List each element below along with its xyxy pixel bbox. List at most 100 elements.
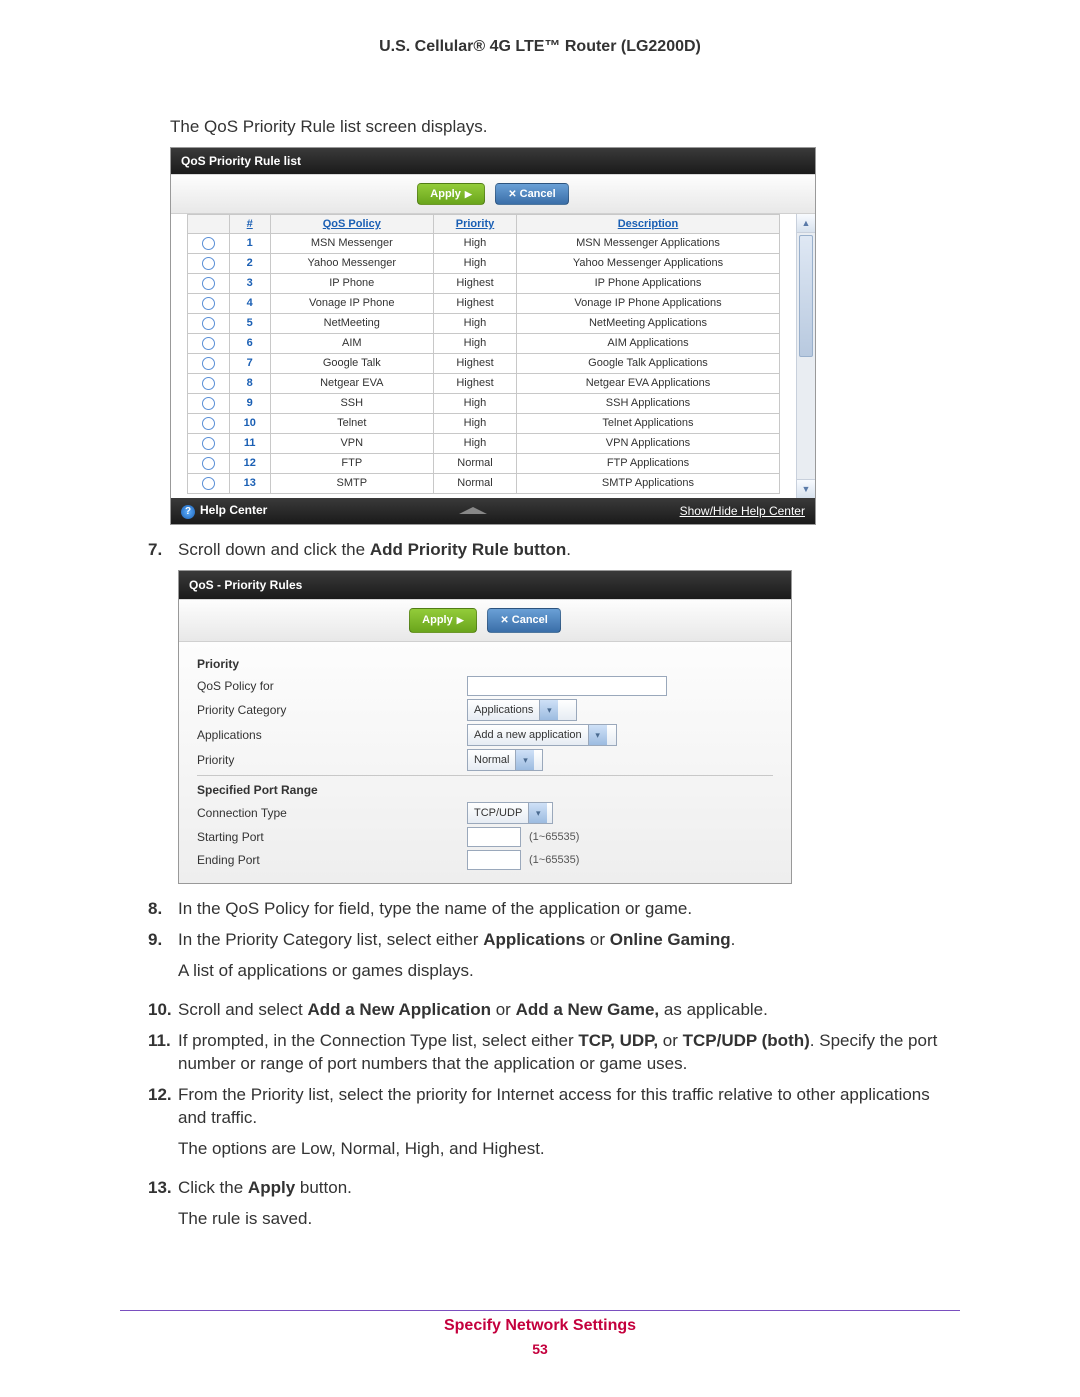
- step-12-number: 12.: [148, 1084, 178, 1169]
- cancel-x-icon: ✕: [508, 189, 516, 200]
- panel-title: QoS - Priority Rules: [179, 571, 791, 599]
- row-policy: IP Phone: [270, 273, 433, 293]
- port-range-heading: Specified Port Range: [197, 782, 773, 798]
- row-radio[interactable]: [188, 473, 230, 493]
- table-row: 6AIMHighAIM Applications: [188, 333, 780, 353]
- qos-priority-rules-form-screenshot: QoS - Priority Rules Apply▶ ✕Cancel Prio…: [178, 570, 792, 884]
- table-row: 1MSN MessengerHighMSN Messenger Applicat…: [188, 233, 780, 253]
- scroll-up-icon[interactable]: ▲: [797, 214, 815, 233]
- row-number[interactable]: 1: [229, 233, 270, 253]
- expand-up-icon[interactable]: [459, 507, 487, 514]
- row-radio[interactable]: [188, 233, 230, 253]
- step-9-text: In the Priority Category list, select ei…: [178, 929, 960, 991]
- qos-rule-list-screenshot: QoS Priority Rule list Apply▶ ✕Cancel # …: [170, 147, 816, 525]
- col-priority[interactable]: Priority: [434, 214, 517, 233]
- row-policy: Netgear EVA: [270, 373, 433, 393]
- scrollbar[interactable]: ▲ ▼: [796, 214, 815, 498]
- button-bar: Apply▶ ✕Cancel: [171, 174, 815, 214]
- row-priority: Normal: [434, 453, 517, 473]
- row-number[interactable]: 3: [229, 273, 270, 293]
- connection-type-select[interactable]: TCP/UDP▾: [467, 802, 553, 824]
- ending-port-input[interactable]: [467, 850, 521, 870]
- row-priority: High: [434, 233, 517, 253]
- table-row: 3IP PhoneHighestIP Phone Applications: [188, 273, 780, 293]
- row-number[interactable]: 2: [229, 253, 270, 273]
- scroll-track[interactable]: [797, 233, 815, 479]
- help-center-link[interactable]: ?Help Center: [181, 503, 267, 519]
- table-row: 5NetMeetingHighNetMeeting Applications: [188, 313, 780, 333]
- chevron-down-icon: ▾: [539, 700, 558, 720]
- row-policy: Vonage IP Phone: [270, 293, 433, 313]
- cancel-button[interactable]: ✕Cancel: [495, 183, 568, 205]
- row-number[interactable]: 6: [229, 333, 270, 353]
- row-description: AIM Applications: [516, 333, 779, 353]
- step-13-text: Click the Apply button. The rule is save…: [178, 1177, 960, 1239]
- step-7-number: 7.: [148, 539, 178, 562]
- scroll-thumb[interactable]: [799, 235, 813, 357]
- row-number[interactable]: 13: [229, 473, 270, 493]
- scroll-down-icon[interactable]: ▼: [797, 479, 815, 498]
- row-radio[interactable]: [188, 273, 230, 293]
- table-row: 9SSHHighSSH Applications: [188, 393, 780, 413]
- cancel-button[interactable]: ✕Cancel: [487, 608, 560, 633]
- table-row: 12FTPNormalFTP Applications: [188, 453, 780, 473]
- row-radio[interactable]: [188, 413, 230, 433]
- row-priority: High: [434, 333, 517, 353]
- table-row: 11VPNHighVPN Applications: [188, 433, 780, 453]
- row-policy: SSH: [270, 393, 433, 413]
- step-8-number: 8.: [148, 898, 178, 921]
- help-icon: ?: [181, 505, 195, 519]
- row-radio[interactable]: [188, 373, 230, 393]
- applications-select[interactable]: Add a new application▾: [467, 724, 617, 746]
- row-policy: Telnet: [270, 413, 433, 433]
- apply-button[interactable]: Apply▶: [409, 608, 476, 633]
- col-num[interactable]: #: [229, 214, 270, 233]
- row-radio[interactable]: [188, 393, 230, 413]
- row-number[interactable]: 5: [229, 313, 270, 333]
- table-row: 13SMTPNormalSMTP Applications: [188, 473, 780, 493]
- intro-text: The QoS Priority Rule list screen displa…: [170, 116, 960, 139]
- step-11-text: If prompted, in the Connection Type list…: [178, 1030, 960, 1076]
- label-applications: Applications: [197, 727, 467, 743]
- step-10-number: 10.: [148, 999, 178, 1022]
- row-policy: MSN Messenger: [270, 233, 433, 253]
- col-description[interactable]: Description: [516, 214, 779, 233]
- row-radio[interactable]: [188, 453, 230, 473]
- row-radio[interactable]: [188, 313, 230, 333]
- label-connection-type: Connection Type: [197, 805, 467, 821]
- row-priority: Normal: [434, 473, 517, 493]
- row-policy: SMTP: [270, 473, 433, 493]
- row-policy: FTP: [270, 453, 433, 473]
- label-priority: Priority: [197, 752, 467, 768]
- qos-policy-for-input[interactable]: [467, 676, 667, 696]
- starting-port-hint: (1~65535): [529, 830, 579, 845]
- label-starting-port: Starting Port: [197, 829, 467, 845]
- starting-port-input[interactable]: [467, 827, 521, 847]
- table-row: 7Google TalkHighestGoogle Talk Applicati…: [188, 353, 780, 373]
- step-7-text: Scroll down and click the Add Priority R…: [178, 539, 960, 562]
- priority-select[interactable]: Normal▾: [467, 749, 543, 771]
- row-number[interactable]: 11: [229, 433, 270, 453]
- row-number[interactable]: 8: [229, 373, 270, 393]
- row-number[interactable]: 9: [229, 393, 270, 413]
- col-policy[interactable]: QoS Policy: [270, 214, 433, 233]
- priority-heading: Priority: [197, 656, 773, 672]
- row-radio[interactable]: [188, 353, 230, 373]
- row-radio[interactable]: [188, 333, 230, 353]
- apply-button[interactable]: Apply▶: [417, 183, 484, 205]
- row-number[interactable]: 12: [229, 453, 270, 473]
- row-radio[interactable]: [188, 293, 230, 313]
- chevron-down-icon: ▾: [588, 725, 607, 745]
- row-radio[interactable]: [188, 433, 230, 453]
- show-hide-help-link[interactable]: Show/Hide Help Center: [680, 504, 805, 518]
- row-number[interactable]: 4: [229, 293, 270, 313]
- row-description: SSH Applications: [516, 393, 779, 413]
- priority-category-select[interactable]: Applications▾: [467, 699, 577, 721]
- row-number[interactable]: 10: [229, 413, 270, 433]
- row-number[interactable]: 7: [229, 353, 270, 373]
- row-policy: NetMeeting: [270, 313, 433, 333]
- cancel-x-icon: ✕: [500, 615, 508, 626]
- row-radio[interactable]: [188, 253, 230, 273]
- step-13-number: 13.: [148, 1177, 178, 1239]
- table-row: 10TelnetHighTelnet Applications: [188, 413, 780, 433]
